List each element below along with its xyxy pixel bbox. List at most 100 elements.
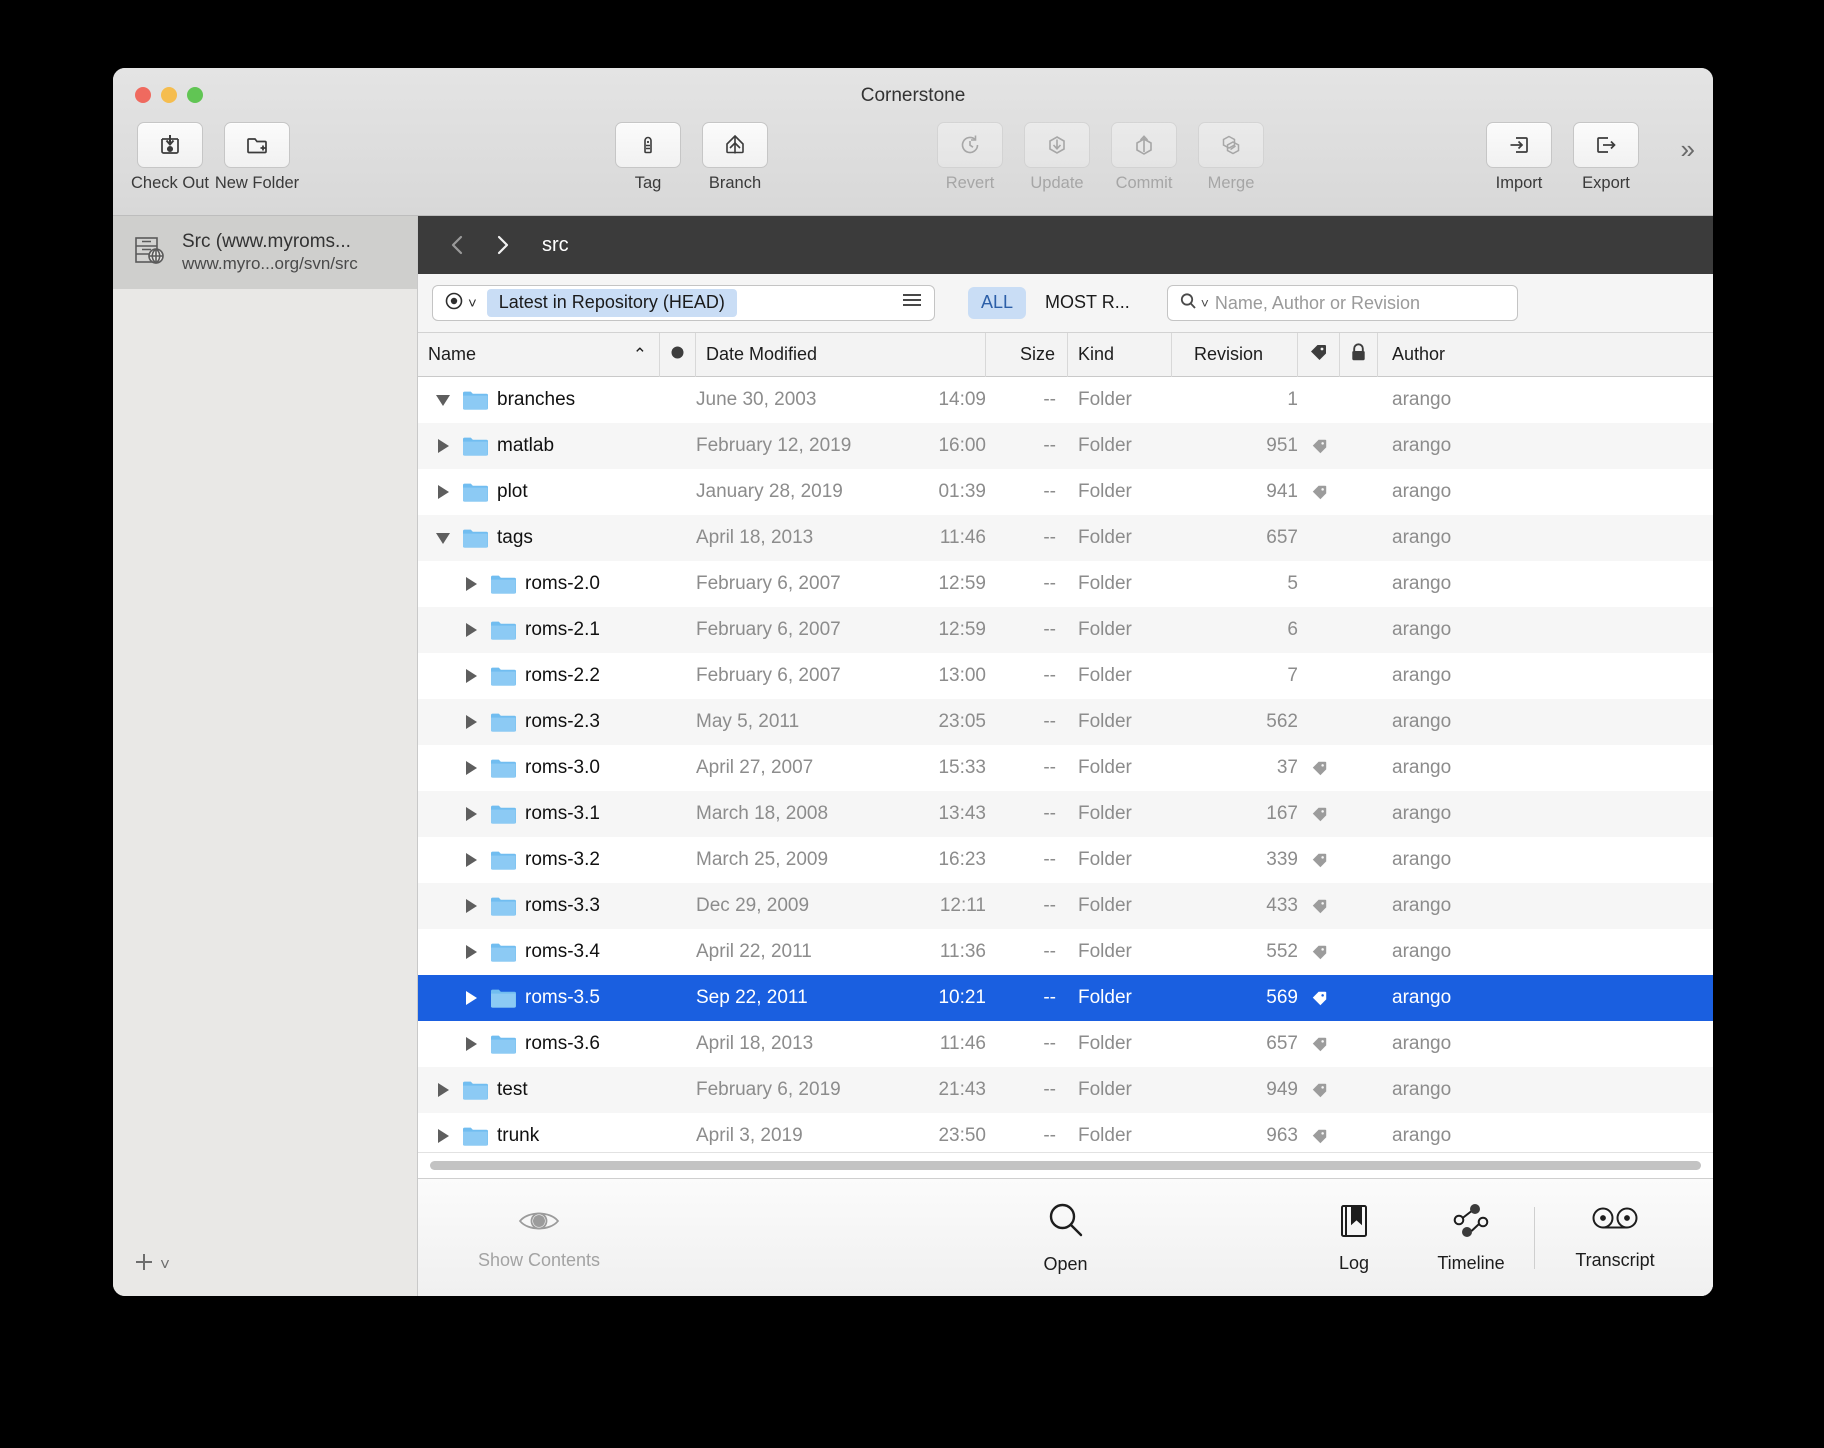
row-name-cell[interactable]: roms-3.1 (418, 803, 660, 825)
new-folder-button[interactable]: New Folder (215, 122, 299, 193)
row-name-cell[interactable]: matlab (418, 435, 660, 457)
table-row[interactable]: roms-3.2 March 25, 2009 16:23 -- Folder 339 ar… (418, 837, 1713, 883)
column-header-kind[interactable]: Kind (1068, 332, 1172, 377)
search-field[interactable]: ˅ Name, Author or Revision (1166, 285, 1518, 321)
twisty-right-icon[interactable] (456, 669, 486, 683)
column-header-author[interactable]: Author (1378, 333, 1713, 377)
sidebar-add-button[interactable]: ˅ (113, 1239, 417, 1296)
window-body: Src (www.myroms... www.myro...org/svn/sr… (113, 216, 1713, 1296)
row-name-cell[interactable]: roms-2.1 (418, 619, 660, 641)
column-header-name[interactable]: Name ⌃ (418, 332, 660, 377)
filter-segment-all[interactable]: ALL (968, 287, 1027, 319)
open-button[interactable]: Open (1006, 1200, 1126, 1275)
sidebar-item-repository[interactable]: Src (www.myroms... www.myro...org/svn/sr… (113, 216, 417, 289)
toolbar-overflow-button[interactable]: » (1681, 136, 1695, 162)
commit-button[interactable]: Commit (1105, 122, 1183, 193)
row-date-cell: April 3, 2019 (696, 1125, 803, 1146)
row-name-cell[interactable]: branches (418, 389, 660, 411)
twisty-right-icon[interactable] (428, 485, 458, 499)
twisty-right-icon[interactable] (456, 991, 486, 1005)
timeline-button[interactable]: Timeline (1408, 1201, 1534, 1274)
table-row[interactable]: roms-2.3 May 5, 2011 23:05 -- Folder 562 arang… (418, 699, 1713, 745)
row-revision-cell: 7 (1287, 665, 1298, 686)
table-row[interactable]: test February 6, 2019 21:43 -- Folder 949 aran… (418, 1067, 1713, 1113)
horizontal-scrollbar-thumb[interactable] (430, 1161, 1701, 1170)
check-out-button[interactable]: Check Out (131, 122, 209, 193)
table-row[interactable]: roms-2.1 February 6, 2007 12:59 -- Folder 6 ar… (418, 607, 1713, 653)
row-name-cell[interactable]: tags (418, 527, 660, 549)
row-name-cell[interactable]: trunk (418, 1125, 660, 1147)
table-row[interactable]: trunk April 3, 2019 23:50 -- Folder 963 arango (418, 1113, 1713, 1152)
import-button[interactable]: Import (1480, 122, 1558, 193)
twisty-right-icon[interactable] (456, 715, 486, 729)
row-time-cell: 11:46 (939, 1033, 986, 1054)
back-button[interactable] (436, 223, 480, 267)
column-header-size[interactable]: Size (986, 332, 1068, 377)
table-row[interactable]: roms-3.1 March 18, 2008 13:43 -- Folder 167 ar… (418, 791, 1713, 837)
row-name-cell[interactable]: roms-2.0 (418, 573, 660, 595)
twisty-right-icon[interactable] (428, 1083, 458, 1097)
twisty-right-icon[interactable] (456, 945, 486, 959)
twisty-right-icon[interactable] (428, 1129, 458, 1143)
book-bookmark-icon (1335, 1201, 1373, 1246)
row-name-cell[interactable]: roms-3.0 (418, 757, 660, 779)
file-table[interactable]: branches June 30, 2003 14:09 -- Folder 1 arang… (418, 377, 1713, 1152)
row-author-cell: arango (1392, 987, 1452, 1008)
table-row[interactable]: plot January 28, 2019 01:39 -- Folder 941 aran… (418, 469, 1713, 515)
table-row[interactable]: roms-3.5 Sep 22, 2011 10:21 -- Folder 569 aran… (418, 975, 1713, 1021)
column-header-lock[interactable] (1340, 332, 1378, 377)
twisty-right-icon[interactable] (456, 577, 486, 591)
column-header-revision[interactable]: Revision (1172, 332, 1298, 377)
column-header-tag[interactable] (1298, 332, 1340, 377)
table-row[interactable]: tags April 18, 2013 11:46 -- Folder 657 arango (418, 515, 1713, 561)
column-header-status[interactable] (660, 332, 696, 377)
twisty-right-icon[interactable] (456, 1037, 486, 1051)
column-header-date[interactable]: Date Modified (696, 332, 986, 377)
check-out-label: Check Out (131, 174, 209, 192)
twisty-right-icon[interactable] (456, 853, 486, 867)
row-name-cell[interactable]: roms-2.2 (418, 665, 660, 687)
merge-button[interactable]: Merge (1192, 122, 1270, 193)
twisty-right-icon[interactable] (456, 623, 486, 637)
revision-selector[interactable]: ˅ Latest in Repository (HEAD) (432, 285, 935, 321)
table-row[interactable]: roms-2.0 February 6, 2007 12:59 -- Folder 5 ar… (418, 561, 1713, 607)
twisty-right-icon[interactable] (456, 761, 486, 775)
row-name-cell[interactable]: test (418, 1079, 660, 1101)
filter-segment-most-recent[interactable]: MOST R... (1032, 287, 1143, 319)
log-button[interactable]: Log (1300, 1201, 1408, 1274)
hamburger-icon[interactable] (900, 290, 924, 316)
breadcrumb[interactable]: src (542, 234, 569, 257)
horizontal-scrollbar-track[interactable] (418, 1152, 1713, 1178)
twisty-right-icon[interactable] (456, 807, 486, 821)
tag-button[interactable]: Tag (609, 122, 687, 193)
row-name-cell[interactable]: roms-3.2 (418, 849, 660, 871)
twisty-down-icon[interactable] (428, 394, 458, 406)
update-button[interactable]: Update (1018, 122, 1096, 193)
row-name-cell[interactable]: roms-3.6 (418, 1033, 660, 1055)
row-name-cell[interactable]: roms-2.3 (418, 711, 660, 733)
row-name-cell[interactable]: plot (418, 481, 660, 503)
export-button[interactable]: Export (1567, 122, 1645, 193)
twisty-right-icon[interactable] (456, 899, 486, 913)
folder-icon (490, 1033, 516, 1055)
row-author-cell: arango (1392, 435, 1452, 456)
table-row[interactable]: branches June 30, 2003 14:09 -- Folder 1 arang… (418, 377, 1713, 423)
table-row[interactable]: roms-3.0 April 27, 2007 15:33 -- Folder 37 ara… (418, 745, 1713, 791)
table-row[interactable]: roms-3.4 April 22, 2011 11:36 -- Folder 552 ar… (418, 929, 1713, 975)
forward-button[interactable] (480, 223, 524, 267)
transcript-button[interactable]: Transcript (1535, 1204, 1695, 1271)
show-contents-button[interactable]: Show Contents (418, 1204, 660, 1271)
table-row[interactable]: roms-3.6 April 18, 2013 11:46 -- Folder 657 ar… (418, 1021, 1713, 1067)
table-row[interactable]: roms-2.2 February 6, 2007 13:00 -- Folder 7 ar… (418, 653, 1713, 699)
twisty-down-icon[interactable] (428, 532, 458, 544)
row-name-cell[interactable]: roms-3.5 (418, 987, 660, 1009)
table-row[interactable]: matlab February 12, 2019 16:00 -- Folder 951 a… (418, 423, 1713, 469)
row-time-cell: 11:46 (939, 527, 986, 548)
row-name-cell[interactable]: roms-3.4 (418, 941, 660, 963)
branch-button[interactable]: Branch (696, 122, 774, 193)
table-row[interactable]: roms-3.3 Dec 29, 2009 12:11 -- Folder 433 aran… (418, 883, 1713, 929)
row-name-cell[interactable]: roms-3.3 (418, 895, 660, 917)
twisty-right-icon[interactable] (428, 439, 458, 453)
revert-button[interactable]: Revert (931, 122, 1009, 193)
